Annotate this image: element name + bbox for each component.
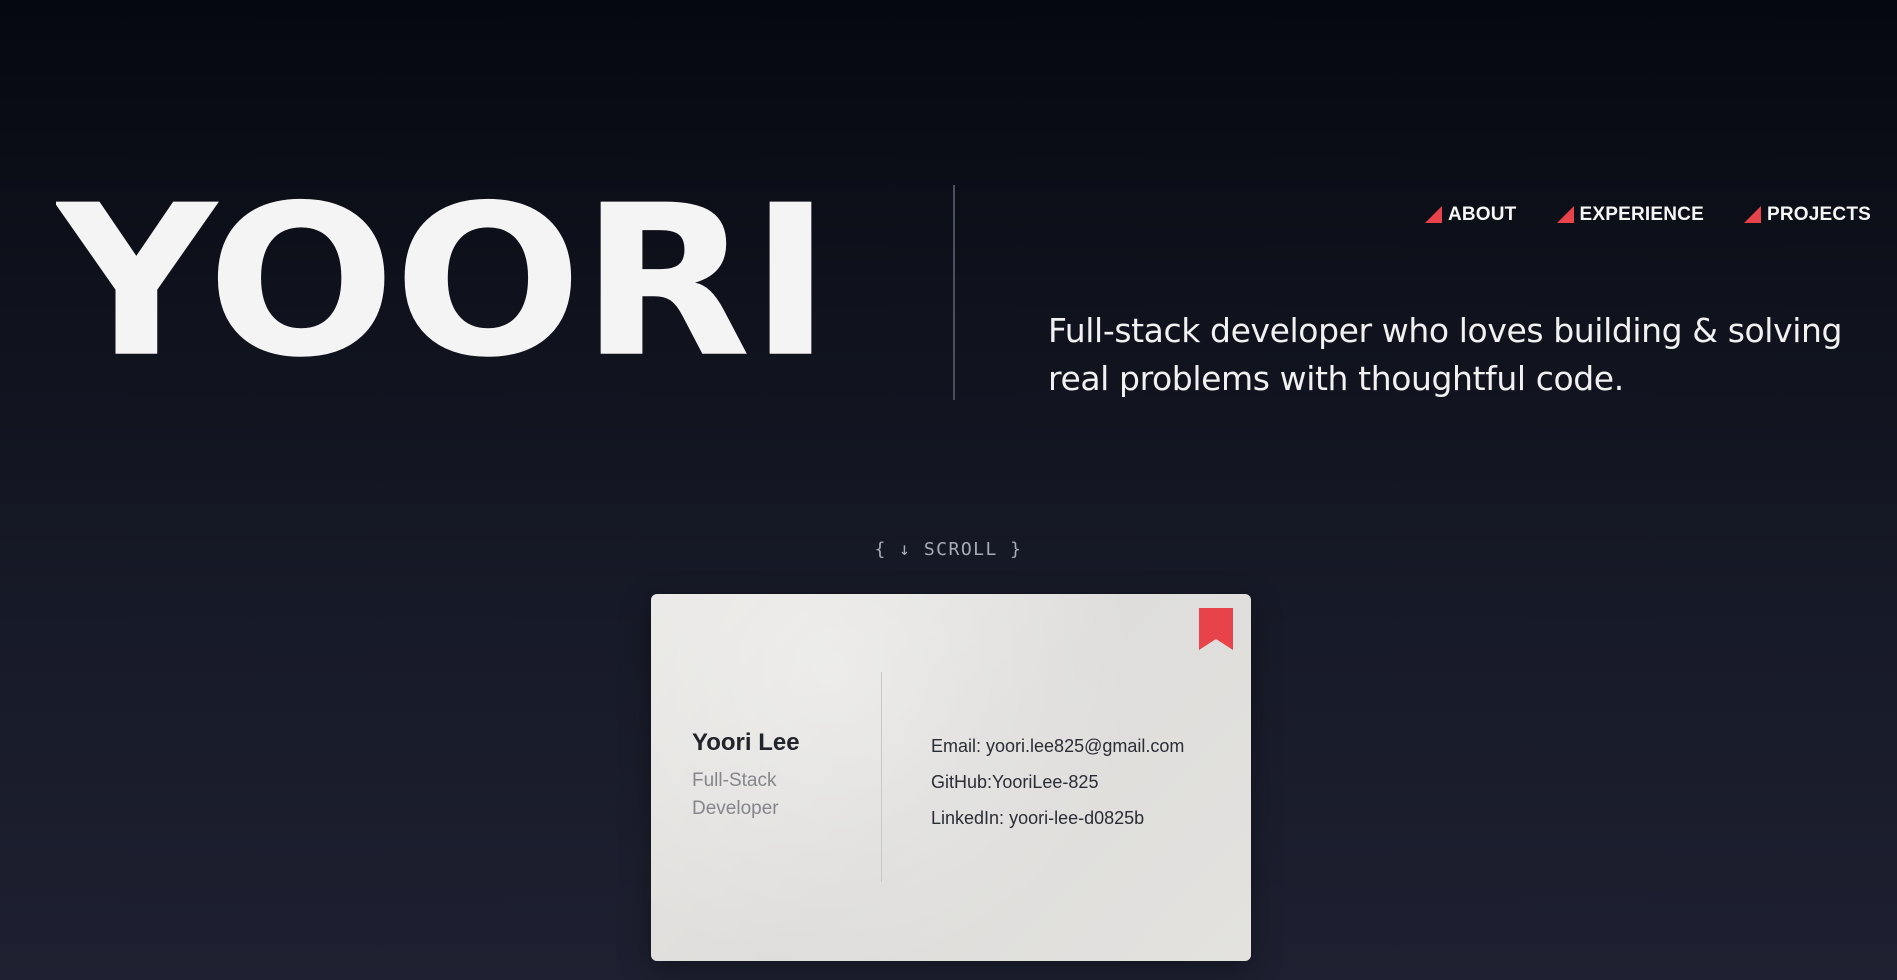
- email-label: Email:: [931, 736, 987, 756]
- red-triangle-icon: [1424, 205, 1442, 223]
- nav-item-label: EXPERIENCE: [1579, 204, 1704, 225]
- card-role: Full-Stack Developer: [692, 770, 779, 819]
- contact-github: GitHub:YooriLee-825: [931, 764, 1184, 800]
- github-link[interactable]: YooriLee-825: [992, 772, 1098, 792]
- linkedin-label: LinkedIn:: [931, 808, 1010, 828]
- nav-item-label: ABOUT: [1447, 204, 1517, 225]
- card-contacts: Email: yoori.lee825@gmail.com GitHub:Yoo…: [931, 728, 1184, 836]
- business-card: Yoori Lee Full-Stack Developer Email: yo…: [651, 594, 1251, 961]
- card-name: Yoori Lee: [692, 729, 800, 756]
- card-divider: [881, 672, 882, 882]
- hero-wordmark: YOORI: [56, 178, 832, 404]
- red-triangle-icon: [1743, 205, 1761, 223]
- github-label: GitHub:: [931, 772, 993, 792]
- nav-item-about[interactable]: ABOUT: [1424, 204, 1517, 226]
- scroll-hint[interactable]: { ↓ SCROLL }: [0, 539, 1897, 560]
- contact-email: Email: yoori.lee825@gmail.com: [931, 728, 1184, 764]
- card-identity: Yoori Lee Full-Stack Developer: [692, 729, 872, 823]
- red-triangle-icon: [1556, 205, 1574, 223]
- nav-item-projects[interactable]: PROJECTS: [1743, 204, 1871, 226]
- main-nav: ABOUT EXPERIENCE PROJECTS: [1424, 204, 1871, 226]
- contact-linkedin: LinkedIn: yoori-lee-d0825b: [931, 800, 1184, 836]
- hero-tagline: Full-stack developer who loves building …: [1048, 311, 1843, 398]
- hero-divider: [953, 185, 955, 400]
- email-link[interactable]: yoori.lee825@gmail.com: [986, 736, 1184, 756]
- nav-item-label: PROJECTS: [1766, 204, 1871, 225]
- nav-item-experience[interactable]: EXPERIENCE: [1556, 204, 1704, 226]
- bookmark-icon: [1199, 608, 1233, 650]
- linkedin-link[interactable]: yoori-lee-d0825b: [1009, 808, 1144, 828]
